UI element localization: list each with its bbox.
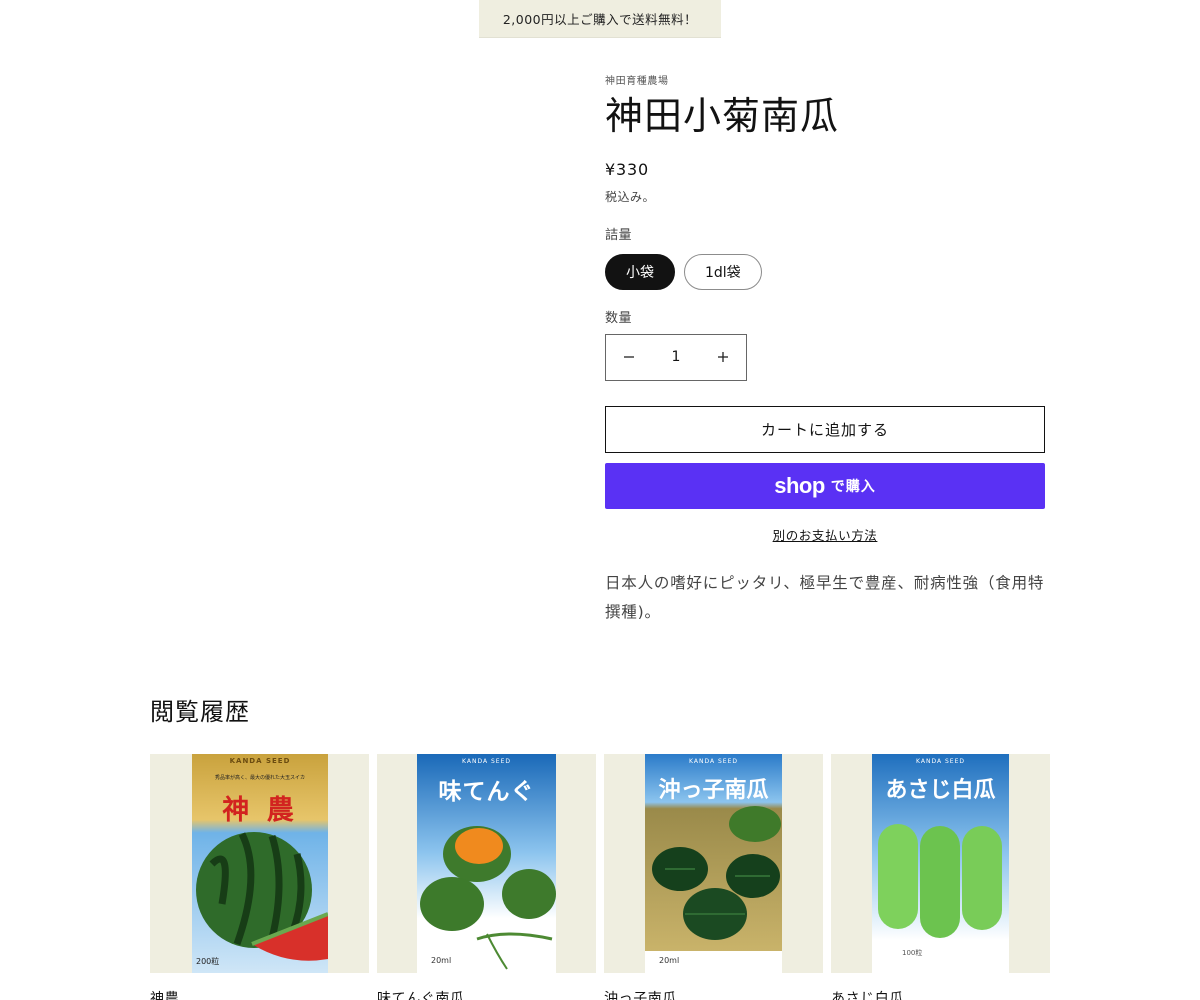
product-card[interactable]: KANDA SEED 味てんぐ 20ml 味てんぐ南瓜 [377, 754, 596, 1000]
packet-amount: 200粒 [196, 957, 220, 966]
product-card[interactable]: KANDA SEED あさじ白瓜 100粒 あさじ白瓜 [831, 754, 1050, 1000]
quantity-stepper [605, 333, 747, 381]
minus-icon [624, 356, 634, 358]
quantity-increase-button[interactable] [700, 335, 746, 380]
seed-packet-asaji: KANDA SEED あさじ白瓜 100粒 [872, 754, 1009, 973]
product-title: 神田小菊南瓜 [605, 94, 840, 138]
packet-amount: 20ml [431, 956, 452, 965]
add-to-cart-button[interactable]: カートに追加する [605, 405, 1045, 453]
packet-title: あさじ白瓜 [885, 778, 996, 803]
product-card-image[interactable]: KANDA SEED 沖っ子南瓜 20ml [604, 754, 823, 973]
packet-brand: KANDA SEED [462, 758, 511, 765]
packet-title: 味てんぐ [438, 779, 535, 805]
seed-packet-watermelon: KANDA SEED 秀品率が高く、最大の優れた大玉スイカ 神 農 200粒 [192, 754, 328, 973]
product-vendor: 神田育種農場 [605, 76, 669, 87]
recently-viewed-list: KANDA SEED 秀品率が高く、最大の優れた大玉スイカ 神 農 200粒 神… [150, 754, 1050, 1000]
shop-pay-button[interactable]: shop で購入 [605, 462, 1045, 509]
seed-packet-okikko: KANDA SEED 沖っ子南瓜 20ml [645, 754, 782, 973]
product-card-image[interactable]: KANDA SEED 秀品率が高く、最大の優れた大玉スイカ 神 農 200粒 [150, 754, 369, 973]
packet-brand: KANDA SEED [689, 758, 738, 765]
product-price: ¥330 [605, 159, 649, 179]
product-card-name[interactable]: あさじ白瓜 [831, 988, 1050, 1000]
packet-title: 神 農 [222, 795, 298, 826]
product-card[interactable]: KANDA SEED 秀品率が高く、最大の優れた大玉スイカ 神 農 200粒 神… [150, 754, 369, 1000]
product-description: 日本人の嗜好にピッタリ、極早生で豊産、耐病性強（食用特撰種)。 [605, 573, 1045, 621]
packet-brand: KANDA SEED [229, 757, 291, 765]
announcement-bar: 2,000円以上ご購入で送料無料！ [479, 0, 721, 38]
product-card-name[interactable]: 沖っ子南瓜 [604, 988, 823, 1000]
product-card-image[interactable]: KANDA SEED 味てんぐ 20ml [377, 754, 596, 973]
announcement-text: 2,000円以上ご購入で送料無料！ [502, 12, 698, 27]
seed-packet-pumpkin: KANDA SEED 味てんぐ 20ml [417, 754, 556, 973]
quantity-decrease-button[interactable] [606, 335, 652, 380]
variant-option-1dl-bag[interactable]: 1dl袋 [684, 253, 762, 290]
packet-amount: 100粒 [902, 949, 923, 957]
product-card-name[interactable]: 神農 [150, 988, 369, 1000]
shop-pay-logo: shop [774, 472, 825, 498]
product-card-image[interactable]: KANDA SEED あさじ白瓜 100粒 [831, 754, 1050, 973]
tax-note: 税込み。 [605, 189, 656, 204]
plus-icon [718, 352, 728, 363]
shop-pay-text: で購入 [830, 478, 876, 495]
recently-viewed-title: 閲覧履歴 [150, 698, 250, 726]
more-payment-options-link[interactable]: 別のお支払い方法 [605, 525, 1045, 544]
variant-label: 詰量 [605, 227, 633, 243]
packet-title: 沖っ子南瓜 [658, 778, 769, 803]
product-info: 神田育種農場 神田小菊南瓜 ¥330 税込み。 詰量 小袋 1dl袋 数量 カー… [605, 70, 1045, 627]
quantity-label: 数量 [605, 310, 633, 326]
product-card[interactable]: KANDA SEED 沖っ子南瓜 20ml 沖っ子南瓜 [604, 754, 823, 1000]
product-card-name[interactable]: 味てんぐ南瓜 [377, 988, 596, 1000]
variant-selector: 小袋 1dl袋 [605, 253, 1045, 290]
packet-brand: KANDA SEED [916, 758, 965, 765]
variant-option-small-bag[interactable]: 小袋 [605, 253, 675, 290]
quantity-input[interactable] [652, 349, 700, 366]
packet-tagline: 秀品率が高く、最大の優れた大玉スイカ [214, 775, 305, 781]
packet-amount: 20ml [659, 956, 680, 965]
